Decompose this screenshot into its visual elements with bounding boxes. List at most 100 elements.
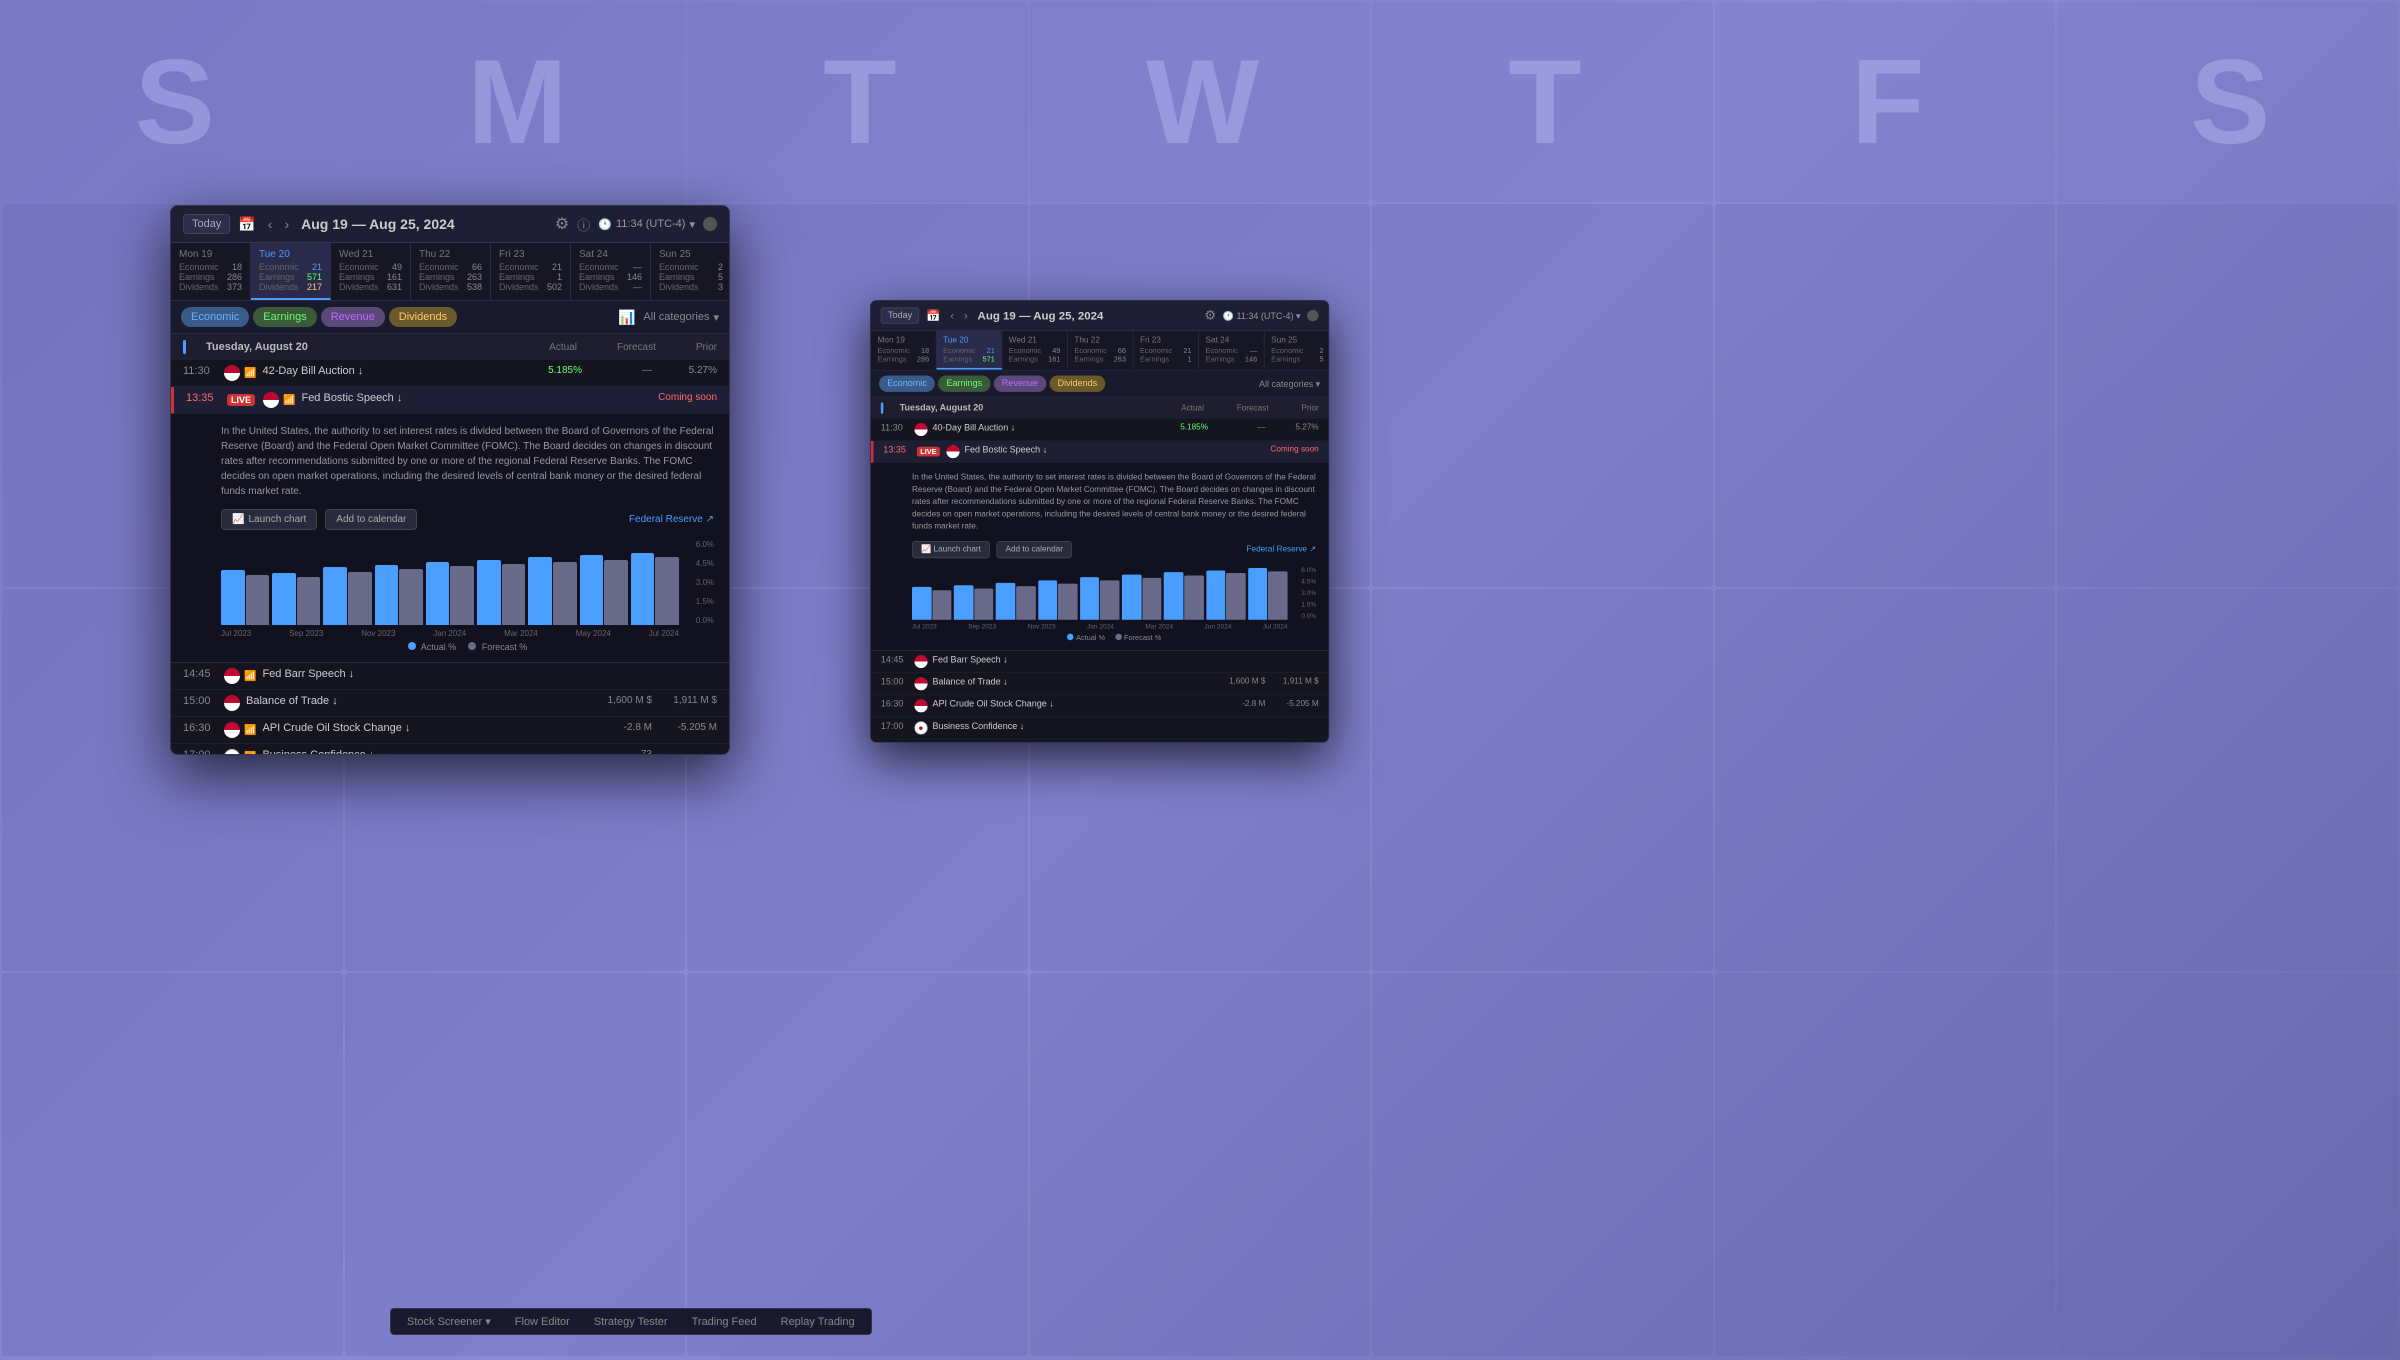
window2-today[interactable]: Today: [881, 307, 920, 323]
tab-revenue[interactable]: Revenue: [321, 307, 385, 327]
window2-tab-economic[interactable]: Economic: [879, 375, 935, 391]
replay-trading-btn[interactable]: Replay Trading: [781, 1316, 855, 1328]
window2-settings[interactable]: ⚙: [1204, 307, 1216, 323]
window2-prev[interactable]: ‹: [947, 307, 957, 323]
day-sun25[interactable]: Sun 25 Economic2 Earnings5 Dividends3: [651, 243, 729, 300]
event-forecast: -2.8 M: [602, 722, 652, 733]
date-range: Aug 19 — Aug 25, 2024: [301, 216, 455, 232]
event-time: 11:30: [881, 423, 910, 433]
event-description: In the United States, the authority to s…: [221, 424, 714, 499]
today-button[interactable]: Today: [183, 214, 230, 234]
flag-us: [263, 392, 279, 408]
window2-day-wed[interactable]: Wed 21 Economic49 Earnings161: [1002, 331, 1068, 370]
window2-chart: 6.0%4.5%3.0%1.5%0.0% Jul 2023Sep 2023Nov…: [912, 567, 1316, 642]
window2-x-axis: Jul 2023Sep 2023Nov 2023Jan 2024Mar 2024…: [912, 621, 1316, 630]
event-row-bill-auction[interactable]: 11:30 📶 42-Day Bill Auction ↓ 5.185% — 5…: [171, 360, 729, 387]
day-sat24[interactable]: Sat 24 Economic— Earnings146 Dividends—: [571, 243, 651, 300]
window2-day-fri[interactable]: Fri 23 Economic21 Earnings1: [1133, 331, 1199, 370]
day-stat: Economic2: [1271, 347, 1323, 355]
day-stat: Dividends373: [179, 282, 242, 292]
event-values: 1,600 M $ 1,911 M $: [1224, 677, 1318, 686]
day-label-active: Tue 20: [943, 336, 995, 345]
tab-dividends[interactable]: Dividends: [389, 307, 457, 327]
flag-jp: ●: [914, 721, 927, 734]
event-time: 17:00: [881, 721, 910, 731]
flag-us: [224, 668, 240, 684]
window2-event-bostic[interactable]: 13:35 LIVE Fed Bostic Speech ↓ Coming so…: [871, 441, 1329, 463]
window2-tab-earnings[interactable]: Earnings: [938, 375, 990, 391]
nav-arrows: ‹ ›: [264, 214, 293, 234]
window2-time: 🕐 11:34 (UTC-4) ▾: [1223, 310, 1301, 321]
window2-close[interactable]: [1307, 310, 1318, 321]
flag-us: [914, 655, 927, 668]
add-to-calendar-button[interactable]: Add to calendar: [325, 509, 417, 530]
tab-earnings[interactable]: Earnings: [253, 307, 316, 327]
signal-icon: 📶: [244, 752, 256, 755]
day-fri23[interactable]: Fri 23 Economic21 Earnings1 Dividends502: [491, 243, 571, 300]
strategy-tester-btn[interactable]: Strategy Tester: [594, 1316, 668, 1328]
window2-header-right: ⚙ 🕐 11:34 (UTC-4) ▾: [1204, 307, 1318, 323]
day-tue20[interactable]: Tue 20 Economic21 Earnings571 Dividends2…: [251, 243, 331, 300]
chart-toggle-icon[interactable]: 📊: [618, 309, 635, 326]
all-categories-dropdown[interactable]: All categories ▾: [643, 311, 719, 324]
window2-day-sat[interactable]: Sat 24 Economic— Earnings146: [1199, 331, 1265, 370]
bar-group: [631, 553, 679, 625]
window2-all-categories[interactable]: All categories ▾: [1259, 378, 1320, 389]
bar-group: [580, 555, 628, 625]
window2-tab-revenue[interactable]: Revenue: [994, 375, 1047, 391]
col-actual: Actual: [549, 342, 577, 353]
info-icon[interactable]: ⓘ: [577, 215, 590, 234]
column-headers: Actual Forecast Prior: [549, 342, 717, 353]
window2-week-nav: Mon 19 Economic18 Earnings286 Tue 20 Eco…: [871, 331, 1329, 370]
day-label: Mon 19: [179, 249, 242, 260]
bg-cell: [1715, 204, 2056, 587]
window2-launch-chart[interactable]: 📈 Launch chart: [912, 541, 990, 558]
window2-event-crude[interactable]: 16:30 API Crude Oil Stock Change ↓ -2.8 …: [871, 695, 1329, 717]
window2-event-confidence[interactable]: 17:00 ● Business Confidence ↓: [871, 717, 1329, 739]
close-button[interactable]: [703, 217, 717, 231]
day-mon19[interactable]: Mon 19 Economic18 Earnings286 Dividends3…: [171, 243, 251, 300]
window2-add-calendar[interactable]: Add to calendar: [996, 541, 1071, 558]
flow-editor-btn[interactable]: Flow Editor: [515, 1316, 570, 1328]
bg-day-s1: S: [2, 2, 343, 202]
day-thu22[interactable]: Thu 22 Economic66 Earnings263 Dividends5…: [411, 243, 491, 300]
event-row-trade[interactable]: 15:00 Balance of Trade ↓ 1,600 M $ 1,911…: [171, 690, 729, 717]
window2-event-trade[interactable]: 15:00 Balance of Trade ↓ 1,600 M $ 1,911…: [871, 673, 1329, 695]
window2-tab-dividends[interactable]: Dividends: [1049, 375, 1105, 391]
window2-source[interactable]: Federal Reserve ↗: [1246, 545, 1316, 554]
window2-filter-right: All categories ▾: [1259, 378, 1320, 389]
event-row-business-confidence[interactable]: 17:00 ● 📶 Business Confidence ↓ 73: [171, 744, 729, 754]
event-time: 13:35: [883, 445, 912, 455]
launch-chart-button[interactable]: 📈 Launch chart: [221, 509, 317, 530]
window2-event-barr[interactable]: 14:45 Fed Barr Speech ↓: [871, 651, 1329, 673]
window2-day-tue[interactable]: Tue 20 Economic21 Earnings571: [936, 331, 1002, 370]
event-row-barr[interactable]: 14:45 📶 Fed Barr Speech ↓: [171, 663, 729, 690]
prev-arrow[interactable]: ‹: [264, 214, 277, 234]
window2-day-thu[interactable]: Thu 22 Economic66 Earnings263: [1068, 331, 1134, 370]
trading-feed-btn[interactable]: Trading Feed: [692, 1316, 757, 1328]
source-link[interactable]: Federal Reserve ↗: [629, 514, 714, 525]
flag-us: [914, 677, 927, 690]
window2-event-bill[interactable]: 11:30 40-Day Bill Auction ↓ 5.185% — 5.2…: [871, 419, 1329, 441]
event-name: 40-Day Bill Auction ↓: [932, 423, 1167, 433]
window2-event-balance2[interactable]: 19:00 Balance of Trade ↓ -328.723 S 214.…: [871, 740, 1329, 742]
tab-economic[interactable]: Economic: [181, 307, 249, 327]
day-stat: Economic2: [659, 262, 723, 272]
event-prior: 1,911 M $: [1282, 677, 1319, 686]
window2-day-sun[interactable]: Sun 25 Economic2 Earnings5: [1264, 331, 1328, 370]
window2-next[interactable]: ›: [961, 307, 971, 323]
calendar-icon[interactable]: 📅: [238, 216, 255, 233]
event-row-bostic[interactable]: 13:35 LIVE 📶 Fed Bostic Speech ↓ Coming …: [171, 387, 729, 414]
window2-cal-icon[interactable]: 📅: [926, 309, 940, 323]
stock-screener-btn[interactable]: Stock Screener ▾: [407, 1315, 491, 1328]
window2-day-mon[interactable]: Mon 19 Economic18 Earnings286: [871, 331, 937, 370]
day-wed21[interactable]: Wed 21 Economic49 Earnings161 Dividends6…: [331, 243, 411, 300]
bg-cell: [687, 973, 1028, 1356]
event-row-crude-oil[interactable]: 16:30 📶 API Crude Oil Stock Change ↓ -2.…: [171, 717, 729, 744]
settings-icon[interactable]: ⚙: [555, 214, 569, 234]
event-time: 17:00: [183, 749, 218, 754]
next-arrow[interactable]: ›: [280, 214, 293, 234]
day-stat: Dividends217: [259, 282, 322, 292]
dropdown-icon[interactable]: ▾: [689, 218, 695, 231]
bg-cell: [1372, 973, 1713, 1356]
